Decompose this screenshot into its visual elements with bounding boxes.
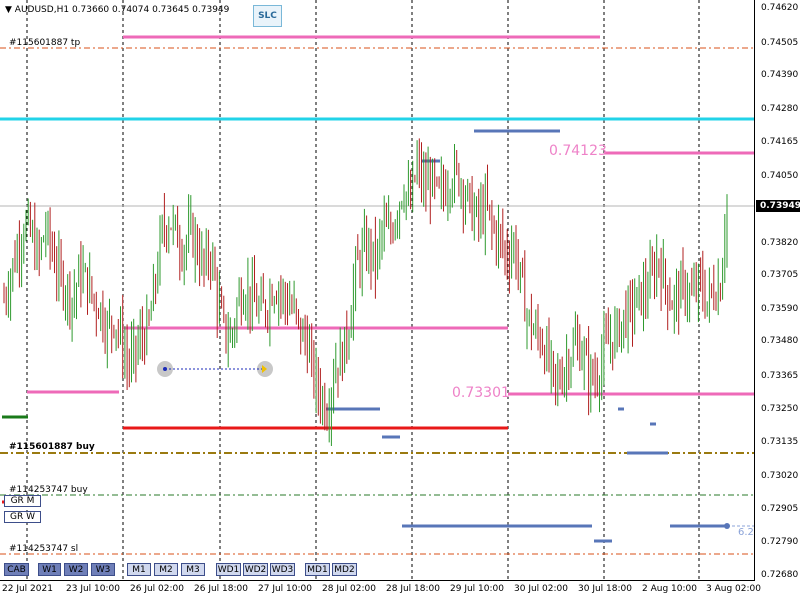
measure-tool[interactable]: [157, 361, 273, 377]
tf-button-m1[interactable]: M1: [127, 563, 151, 576]
price-tick: 0.72905: [761, 504, 799, 514]
current-price-badge: 0.73949: [756, 200, 800, 212]
tf-button-cab[interactable]: CAB: [4, 563, 29, 576]
tf-button-m2[interactable]: M2: [154, 563, 178, 576]
ohlc-values: 0.73660 0.74074 0.73645 0.73949: [71, 5, 230, 15]
price-tick: 0.73820: [761, 238, 799, 248]
buy2-order-label: #114253747 buy: [9, 485, 88, 495]
chart-header: ▼ AUDUSD,H1 0.73660 0.74074 0.73645 0.73…: [5, 5, 229, 15]
tf-button-md2[interactable]: MD2: [332, 563, 357, 576]
tf-button-w3[interactable]: W3: [91, 563, 115, 576]
chart-area[interactable]: ▼ AUDUSD,H1 0.73660 0.74074 0.73645 0.73…: [0, 0, 755, 581]
time-tick: 26 Jul 02:00: [130, 584, 184, 594]
gr-w-button[interactable]: GR W: [4, 511, 41, 523]
time-axis[interactable]: 22 Jul 2021 23 Jul 10:00 26 Jul 02:00 26…: [0, 581, 761, 600]
tf-button-wd1[interactable]: WD1: [216, 563, 241, 576]
symbol-timeframe: AUDUSD,H1: [14, 5, 70, 15]
tf-button-w2[interactable]: W2: [64, 563, 88, 576]
buy1-order-label: #115601887 buy: [9, 442, 95, 452]
dropdown-triangle-icon[interactable]: ▼: [5, 5, 12, 15]
candlestick-series: [3, 138, 728, 446]
sl-order-label: #114253747 sl: [9, 544, 79, 554]
time-tick: 3 Aug 02:00: [706, 584, 761, 594]
price-tag-upper: 0.74123: [549, 143, 607, 159]
time-tick: 28 Jul 02:00: [322, 584, 376, 594]
price-tag-lower: 0.73301: [452, 385, 510, 401]
price-tick: 0.74050: [761, 171, 799, 181]
tf-button-wd3[interactable]: WD3: [270, 563, 295, 576]
time-tick: 30 Jul 18:00: [578, 584, 632, 594]
time-tick: 2 Aug 10:00: [642, 584, 697, 594]
time-tick: 29 Jul 10:00: [450, 584, 504, 594]
price-tick: 0.72790: [761, 537, 799, 547]
gr-m-button[interactable]: GR M: [4, 495, 41, 507]
price-tick: 0.74620: [761, 3, 799, 13]
tf-button-md1[interactable]: MD1: [305, 563, 330, 576]
price-tick: 0.74390: [761, 70, 799, 80]
time-tick: 22 Jul 2021: [2, 584, 53, 594]
blue-end-dot: [724, 523, 730, 529]
price-tick: 0.73135: [761, 437, 799, 447]
time-tick: 23 Jul 10:00: [66, 584, 120, 594]
time-tick: 26 Jul 18:00: [194, 584, 248, 594]
slc-button[interactable]: SLC: [253, 5, 282, 27]
price-axis[interactable]: 0.74620 0.74505 0.74390 0.74280 0.74165 …: [755, 0, 800, 581]
tf-button-wd2[interactable]: WD2: [243, 563, 268, 576]
price-tick: 0.74280: [761, 104, 799, 114]
tp-order-label: #115601887 tp: [9, 38, 81, 48]
price-tick: 0.73590: [761, 304, 799, 314]
price-tick: 0.73705: [761, 270, 799, 280]
price-tick: 0.73250: [761, 404, 799, 414]
indicator-value: 6.2: [738, 527, 754, 538]
time-tick: 30 Jul 02:00: [514, 584, 568, 594]
tf-button-w1[interactable]: W1: [38, 563, 61, 576]
price-tick: 0.73020: [761, 471, 799, 481]
tf-button-m3[interactable]: M3: [181, 563, 205, 576]
chart-canvas[interactable]: [0, 0, 755, 581]
vertical-grid: [26, 0, 700, 580]
price-tick: 0.74165: [761, 137, 799, 147]
price-tick: 0.72680: [761, 570, 799, 580]
price-tick: 0.73365: [761, 371, 799, 381]
price-tick: 0.74505: [761, 38, 799, 48]
time-tick: 28 Jul 18:00: [386, 584, 440, 594]
time-tick: 27 Jul 10:00: [258, 584, 312, 594]
price-tick: 0.73480: [761, 336, 799, 346]
